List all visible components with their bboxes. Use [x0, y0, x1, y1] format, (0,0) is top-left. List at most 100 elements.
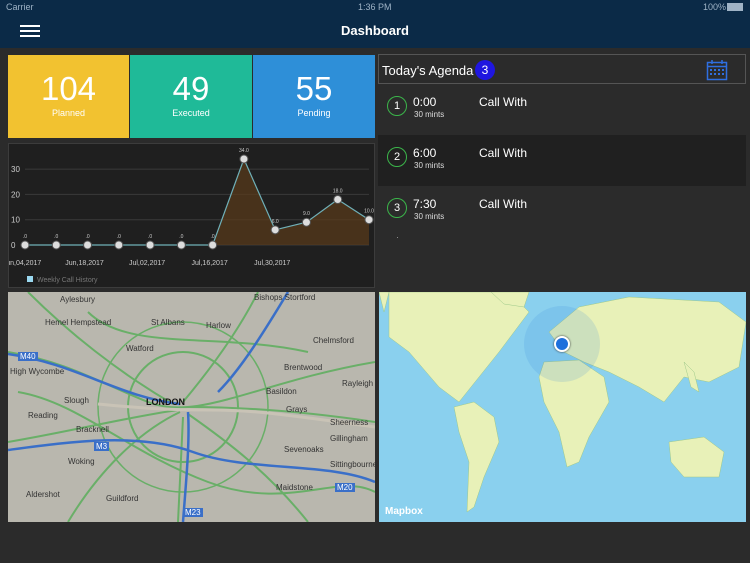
- map-label: Aylesbury: [60, 295, 95, 304]
- map-label: Guildford: [106, 494, 139, 503]
- data-label: 9.0: [303, 211, 310, 217]
- data-point: [20, 240, 30, 250]
- map-label-london: LONDON: [146, 397, 185, 407]
- data-label: 6.0: [272, 219, 279, 225]
- series-area: [25, 159, 369, 245]
- data-label: .0: [179, 234, 183, 240]
- page-title: Dashboard: [341, 23, 409, 38]
- agenda-item[interactable]: 2 6:00 30 mints Call With: [378, 135, 746, 186]
- agenda-title: Today's Agenda: [382, 63, 474, 78]
- y-tick-label: 0: [11, 241, 16, 250]
- agenda-count-badge: 3: [475, 60, 495, 80]
- stat-pending-label: Pending: [297, 108, 331, 118]
- stat-pending-value: 55: [295, 70, 333, 107]
- world-map[interactable]: Mapbox: [379, 292, 746, 522]
- data-label: .0: [148, 234, 152, 240]
- map-label: St Albans: [151, 318, 185, 327]
- data-point: [364, 215, 374, 225]
- map-label: Harlow: [206, 321, 231, 330]
- data-label: .0: [85, 234, 89, 240]
- data-label: 10.0: [364, 209, 374, 215]
- map-label: Brentwood: [284, 363, 323, 372]
- stat-planned[interactable]: 104 Planned: [8, 55, 129, 138]
- stat-executed[interactable]: 49 Executed: [130, 55, 252, 138]
- agenda-item-number: 2: [387, 147, 407, 167]
- y-tick-label: 20: [11, 190, 20, 199]
- x-tick-label: Jun,04,2017: [9, 260, 41, 267]
- map-label: Chelmsford: [313, 336, 354, 345]
- agenda-header: Today's Agenda 3: [378, 54, 746, 84]
- map-label: Slough: [64, 396, 89, 405]
- status-bar: Carrier 1:36 PM 100%: [0, 0, 750, 14]
- agenda-item-duration: 30 mints: [414, 110, 445, 119]
- data-point: [208, 240, 218, 250]
- data-label: .0: [211, 234, 215, 240]
- legend-label: Weekly Call History: [37, 277, 98, 284]
- agenda-item[interactable]: 1 0:00 30 mints Call With: [378, 84, 746, 135]
- y-tick-label: 30: [11, 165, 20, 174]
- map-label: Aldershot: [26, 490, 60, 499]
- x-tick-label: Jul,02,2017: [129, 260, 165, 267]
- map-label: Watford: [126, 344, 154, 353]
- map-label: Sheerness: [330, 418, 369, 427]
- x-tick-label: Jun,18,2017: [65, 260, 104, 267]
- data-label: 18.0: [333, 188, 343, 194]
- x-tick-label: Jul,30,2017: [254, 260, 290, 267]
- nav-bar: Dashboard: [0, 14, 750, 48]
- current-location-icon: [554, 336, 570, 352]
- map-label: Gillingham: [330, 434, 368, 443]
- data-point: [145, 240, 155, 250]
- road-shield: M23: [183, 508, 203, 517]
- x-tick-label: Jul,16,2017: [192, 260, 228, 267]
- map-label: High Wycombe: [10, 367, 65, 376]
- agenda-item-duration: 30 mints: [414, 161, 445, 170]
- map-label: Bishops Stortford: [254, 293, 316, 302]
- map-label: Bracknell: [76, 425, 109, 434]
- agenda-item-time: 7:30: [413, 197, 437, 211]
- y-tick-label: 10: [11, 216, 20, 225]
- map-label: Grays: [286, 405, 308, 414]
- data-point: [83, 240, 93, 250]
- london-map[interactable]: Aylesbury Bishops Stortford Hemel Hempst…: [8, 292, 375, 522]
- agenda-item-title: Call With: [479, 146, 528, 160]
- weekly-call-chart: 0 10 20 30 .0 .0 .0 .0 .0 .0 .0 34.0 6.0 9.0 18.0 10.0 J…: [3, 143, 375, 288]
- battery-icon: [727, 3, 743, 11]
- agenda-item-time: 6:00: [413, 146, 437, 160]
- map-label: Sevenoaks: [284, 445, 324, 454]
- map-label: Hemel Hempstead: [45, 318, 112, 327]
- agenda-item-title: Call With: [479, 197, 528, 211]
- road-shield: M20: [335, 483, 355, 492]
- stat-executed-value: 49: [172, 70, 210, 107]
- map-label: Rayleigh: [342, 379, 374, 388]
- calendar-icon[interactable]: [706, 59, 728, 81]
- agenda-item-number: 1: [387, 96, 407, 116]
- clock: 1:36 PM: [358, 2, 392, 12]
- battery-label: 100%: [703, 2, 727, 12]
- agenda-item-time: 0:00: [413, 95, 437, 109]
- data-point: [239, 154, 249, 164]
- data-point: [270, 225, 280, 235]
- legend-swatch: [27, 276, 33, 282]
- map-label: Basildon: [266, 387, 297, 396]
- road-shield: M40: [18, 352, 38, 361]
- stat-executed-label: Executed: [172, 108, 210, 118]
- data-label: .0: [117, 234, 121, 240]
- stat-planned-label: Planned: [51, 108, 86, 118]
- agenda-item[interactable]: 3 7:30 30 mints Call With: [378, 186, 746, 237]
- data-point: [51, 240, 61, 250]
- data-label: .0: [54, 234, 58, 240]
- map-attribution[interactable]: Mapbox: [385, 506, 423, 517]
- data-label: .0: [23, 234, 27, 240]
- map-label: Sittingbourne: [330, 460, 375, 469]
- map-label: Woking: [68, 457, 95, 466]
- stat-pending[interactable]: 55 Pending: [253, 55, 375, 138]
- data-label: 34.0: [239, 148, 249, 154]
- data-point: [176, 240, 186, 250]
- stat-planned-value: 104: [40, 70, 97, 107]
- map-label: Reading: [28, 411, 58, 420]
- world-map-land: [379, 292, 746, 513]
- carrier-label: Carrier: [6, 2, 34, 12]
- agenda-item-number: 3: [387, 198, 407, 218]
- data-point: [333, 194, 343, 204]
- map-label: Maidstone: [276, 483, 313, 492]
